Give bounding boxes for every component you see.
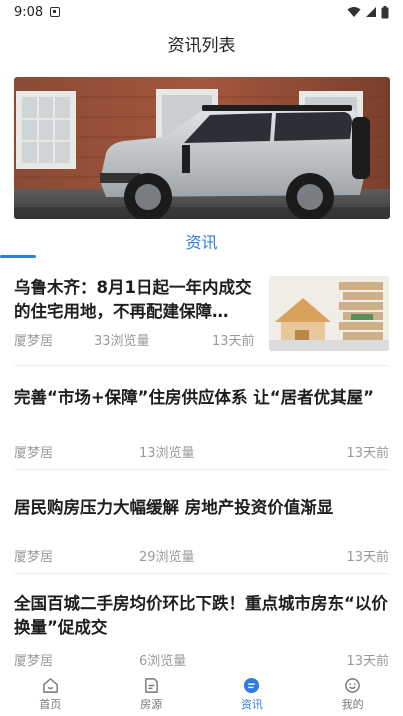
battery-icon	[381, 5, 389, 18]
nav-profile-label: 我的	[341, 697, 364, 711]
banner-image[interactable]	[14, 77, 390, 219]
news-views: 33浏览量	[94, 334, 150, 349]
nav-news[interactable]: 资讯	[202, 672, 303, 716]
news-time: 13天前	[346, 550, 389, 565]
news-views: 13浏览量	[139, 446, 195, 461]
tab-bar: 资讯	[0, 225, 403, 261]
news-icon	[244, 677, 260, 693]
wifi-icon	[347, 7, 361, 17]
page-title: 资讯列表	[167, 36, 236, 56]
listing-icon	[144, 677, 158, 693]
nav-news-label: 资讯	[240, 697, 263, 711]
bottom-nav: 首页 房源 资讯 我的	[0, 672, 403, 716]
nav-listing[interactable]: 房源	[101, 672, 202, 716]
news-list: 乌鲁木齐：8月1日起一年内成交的住宅用地，不再配建保障… 厦梦居 33浏览量 1…	[0, 262, 403, 678]
news-source: 厦梦居	[14, 654, 54, 669]
status-time: 9:08	[14, 4, 44, 20]
news-time: 13天前	[346, 654, 389, 669]
news-title: 全国百城二手房均价环比下跌！重点城市房东“以价换量”促成交	[14, 594, 388, 637]
news-item[interactable]: 乌鲁木齐：8月1日起一年内成交的住宅用地，不再配建保障… 厦梦居 33浏览量 1…	[14, 262, 389, 366]
news-title: 居民购房压力大幅缓解 房地产投资价值渐显	[14, 498, 334, 517]
news-views: 29浏览量	[139, 550, 195, 565]
nav-profile[interactable]: 我的	[302, 672, 403, 716]
home-icon	[43, 677, 58, 693]
nav-listing-label: 房源	[140, 697, 163, 711]
car-photo	[14, 77, 390, 219]
news-time: 13天前	[346, 446, 389, 461]
news-source: 厦梦居	[14, 446, 54, 461]
tab-news[interactable]: 资讯	[0, 229, 403, 253]
status-bar: 9:08	[0, 0, 403, 24]
news-source: 厦梦居	[14, 550, 54, 565]
nav-home[interactable]: 首页	[0, 672, 101, 716]
news-item[interactable]: 全国百城二手房均价环比下跌！重点城市房东“以价换量”促成交 厦梦居 6浏览量 1…	[14, 574, 389, 678]
news-title: 乌鲁木齐：8月1日起一年内成交的住宅用地，不再配建保障…	[14, 278, 252, 321]
status-icons	[347, 5, 389, 19]
news-views: 6浏览量	[139, 654, 187, 669]
news-source: 厦梦居	[14, 334, 54, 349]
news-title: 完善“市场+保障”住房供应体系 让“居者优其屋”	[14, 388, 374, 407]
notification-icon	[50, 7, 61, 17]
news-time: 13天前	[212, 334, 255, 349]
news-item[interactable]: 完善“市场+保障”住房供应体系 让“居者优其屋” 厦梦居 13浏览量 13天前	[14, 366, 389, 470]
nav-home-label: 首页	[39, 697, 62, 711]
news-item[interactable]: 居民购房压力大幅缓解 房地产投资价值渐显 厦梦居 29浏览量 13天前	[14, 470, 389, 574]
news-thumbnail	[269, 276, 389, 351]
signal-icon	[366, 7, 376, 17]
profile-icon	[345, 677, 360, 693]
tab-indicator	[0, 255, 36, 258]
